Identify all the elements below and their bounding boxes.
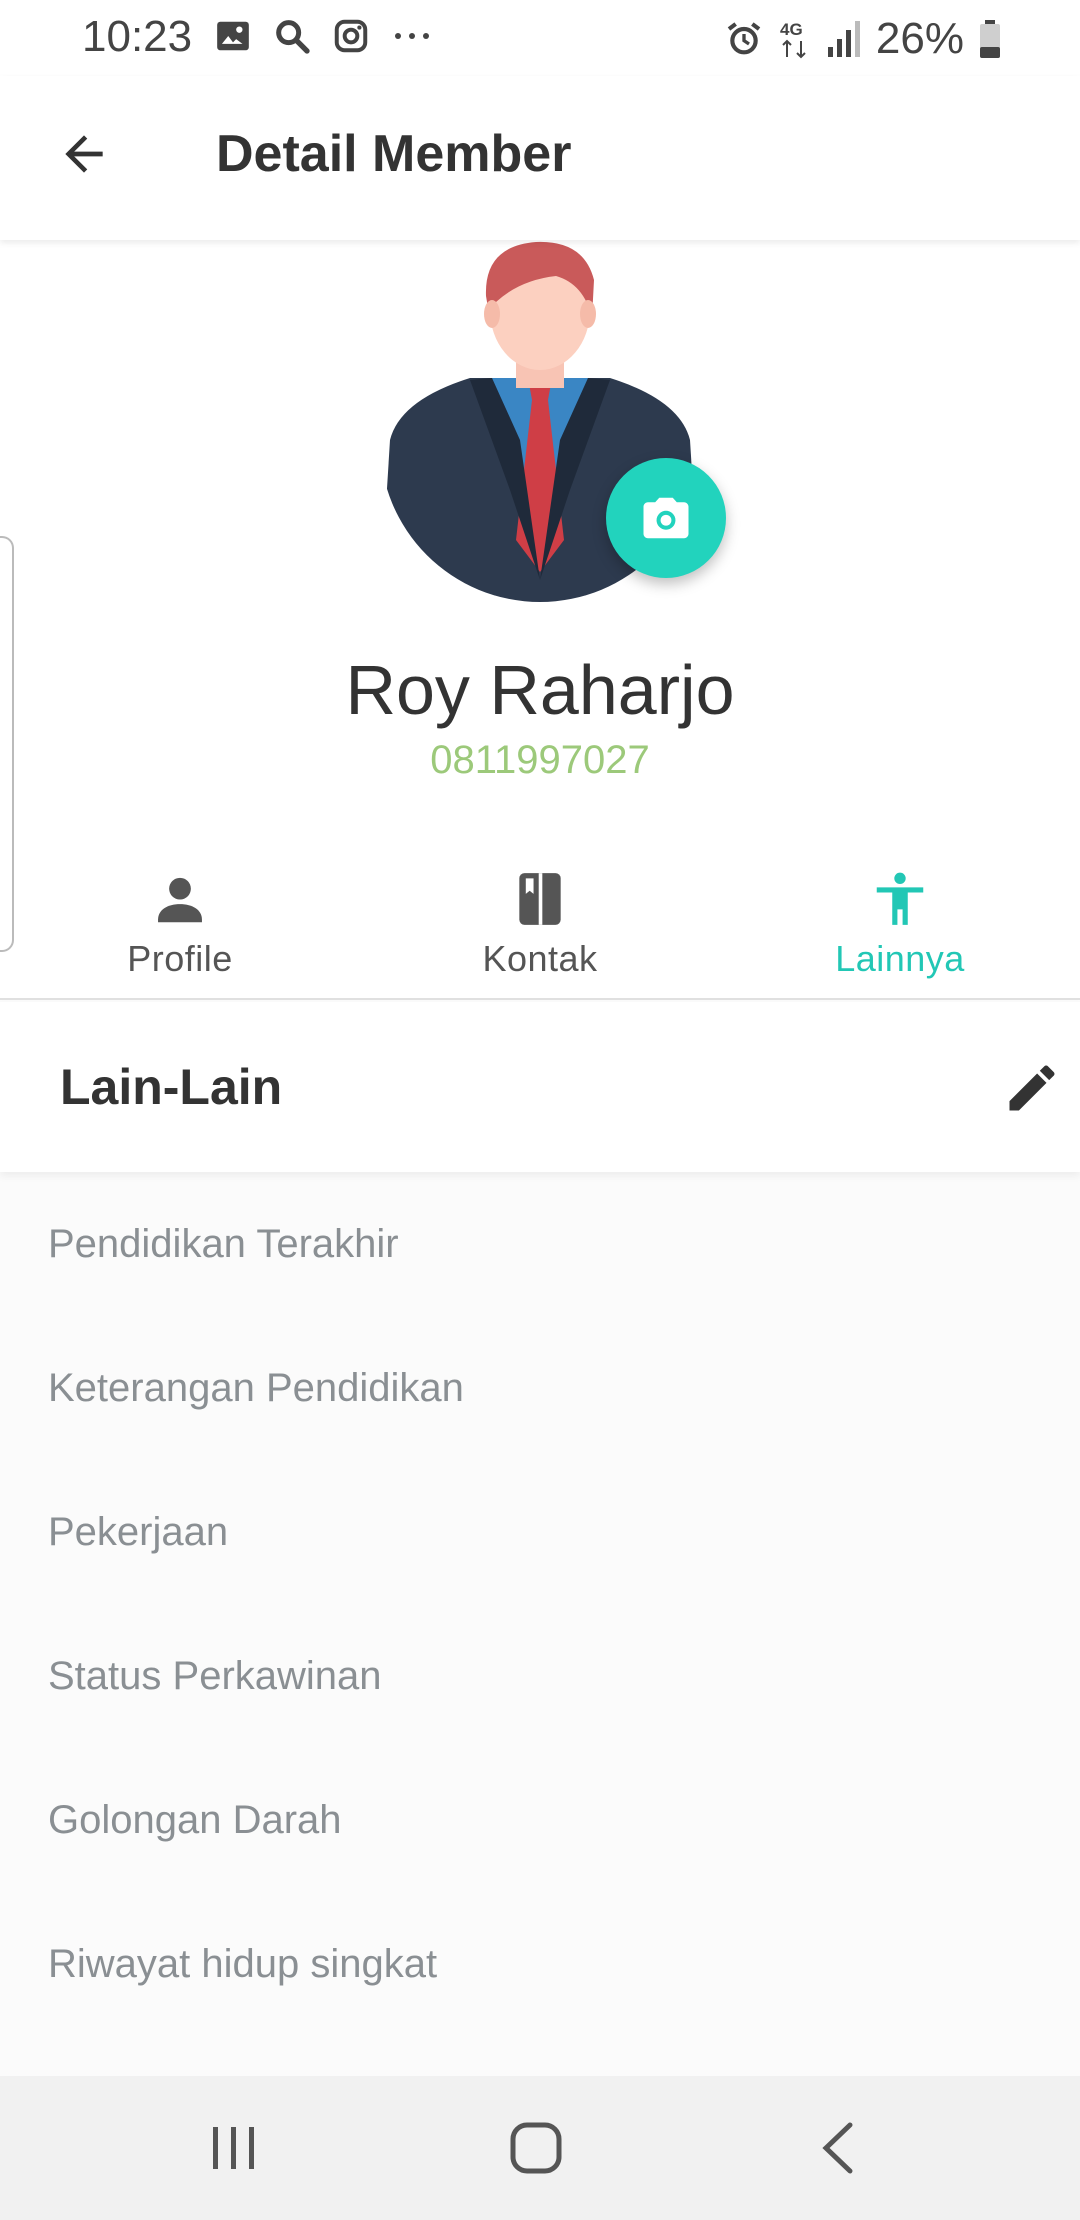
tab-profile[interactable]: Profile — [0, 850, 360, 998]
field-status-perkawinan: Status Perkawinan — [48, 1653, 382, 1698]
system-nav-bar — [0, 2076, 1080, 2220]
back-button[interactable] — [48, 118, 120, 190]
field-riwayat-hidup-singkat: Riwayat hidup singkat — [48, 1941, 438, 1986]
member-phone: 0811997027 — [430, 738, 650, 782]
tab-label: Profile — [127, 938, 233, 979]
svg-text:4G: 4G — [780, 20, 803, 39]
instagram-icon — [334, 19, 368, 53]
section-title: Lain-Lain — [60, 1059, 283, 1115]
home-icon — [510, 2122, 562, 2174]
recent-apps-button[interactable] — [184, 2106, 284, 2190]
page-title: Detail Member — [216, 125, 572, 183]
signal-icon — [827, 21, 860, 57]
search-icon — [276, 20, 310, 54]
battery-percentage: 26% — [875, 14, 964, 63]
camera-icon — [643, 497, 689, 539]
system-back-button[interactable] — [788, 2106, 888, 2190]
status-bar: 10:23 4G 26% — [0, 0, 1080, 76]
contact-book-icon — [519, 873, 561, 925]
field-pendidikan-terakhir: Pendidikan Terakhir — [48, 1221, 399, 1266]
recent-apps-icon — [213, 2127, 254, 2169]
change-photo-button[interactable] — [606, 458, 726, 578]
image-icon — [217, 21, 249, 51]
battery-icon — [980, 20, 1000, 58]
field-pekerjaan: Pekerjaan — [48, 1509, 229, 1554]
app-bar: Detail Member — [0, 76, 1080, 240]
side-drawer-handle[interactable] — [0, 536, 14, 952]
section-header: Lain-Lain — [0, 1002, 1080, 1172]
tab-kontak[interactable]: Kontak — [360, 850, 720, 998]
field-list: Pendidikan Terakhir Keterangan Pendidika… — [0, 1172, 1080, 2036]
person-icon — [158, 877, 202, 923]
field-golongan-darah: Golongan Darah — [48, 1797, 342, 1842]
arrow-back-icon — [65, 135, 103, 173]
tab-label: Lainnya — [835, 938, 965, 979]
status-system-icons: 4G 26% — [724, 14, 1002, 64]
tab-label: Kontak — [482, 938, 598, 979]
field-keterangan-pendidikan: Keterangan Pendidikan — [48, 1365, 464, 1410]
alarm-icon — [727, 22, 761, 55]
tab-lainnya[interactable]: Lainnya — [720, 850, 1080, 998]
chevron-left-icon — [822, 2122, 853, 2174]
accessibility-icon — [876, 872, 924, 925]
member-name: Roy Raharjo — [345, 651, 735, 729]
status-notification-icons — [214, 16, 434, 56]
4g-icon: 4G — [780, 20, 806, 59]
status-time: 10:23 — [82, 12, 193, 61]
pencil-icon — [1009, 1065, 1055, 1111]
home-button[interactable] — [486, 2106, 586, 2190]
edit-button[interactable] — [998, 1054, 1066, 1122]
more-icon — [395, 33, 429, 39]
member-tabs: Profile Kontak Lainnya — [0, 850, 1080, 1000]
